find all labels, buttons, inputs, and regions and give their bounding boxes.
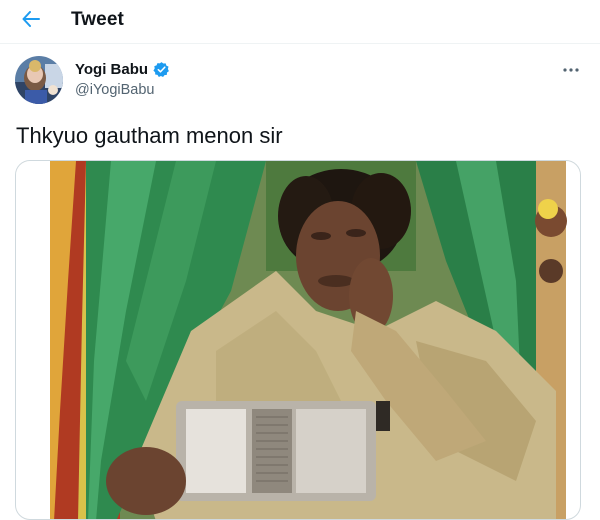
more-horizontal-icon (563, 68, 579, 72)
tweet-text: Thkyuo gautham menon sir (16, 123, 283, 148)
tweet-photo (16, 161, 580, 519)
page-title: Tweet (71, 9, 124, 30)
back-button[interactable] (14, 4, 48, 34)
tweet-author: Yogi Babu @iYogiBabu (0, 44, 600, 114)
verified-badge-icon (153, 62, 169, 78)
avatar[interactable] (15, 56, 63, 104)
arrow-left-icon (22, 11, 40, 27)
author-display-name[interactable]: Yogi Babu (75, 61, 148, 78)
tweet-media[interactable] (15, 160, 581, 520)
page-header: Tweet (0, 0, 600, 44)
author-handle[interactable]: @iYogiBabu (75, 82, 155, 98)
more-options-button[interactable] (559, 60, 583, 80)
